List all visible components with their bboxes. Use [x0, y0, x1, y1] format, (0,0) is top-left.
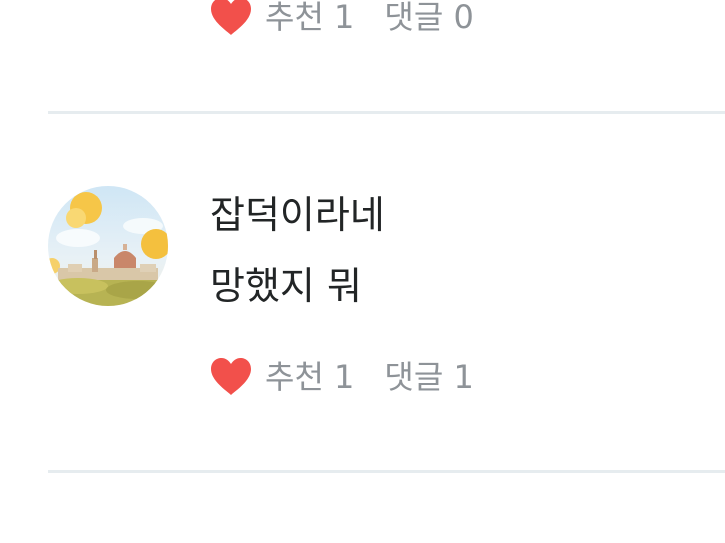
divider [48, 111, 725, 114]
previous-item-meta: 추천 1 댓글 0 [209, 0, 474, 41]
comment-author-name[interactable]: 잡덕이라네 [210, 189, 385, 241]
comment-body: 망했지 뭐 [210, 264, 362, 308]
likes-count[interactable]: 추천 1 [265, 353, 354, 401]
likes-count[interactable]: 추천 1 [265, 0, 354, 41]
comment-list: 추천 1 댓글 0 잡덕이라네 망했지 뭐 추천 1 댓글 1 [0, 0, 725, 543]
heart-icon[interactable] [209, 357, 253, 397]
heart-icon[interactable] [209, 0, 253, 37]
avatar[interactable] [48, 186, 168, 306]
replies-count[interactable]: 댓글 0 [384, 0, 473, 41]
divider [48, 470, 725, 473]
avatar-image [48, 186, 168, 306]
comment-meta: 추천 1 댓글 1 [209, 353, 474, 401]
replies-count[interactable]: 댓글 1 [384, 353, 473, 401]
